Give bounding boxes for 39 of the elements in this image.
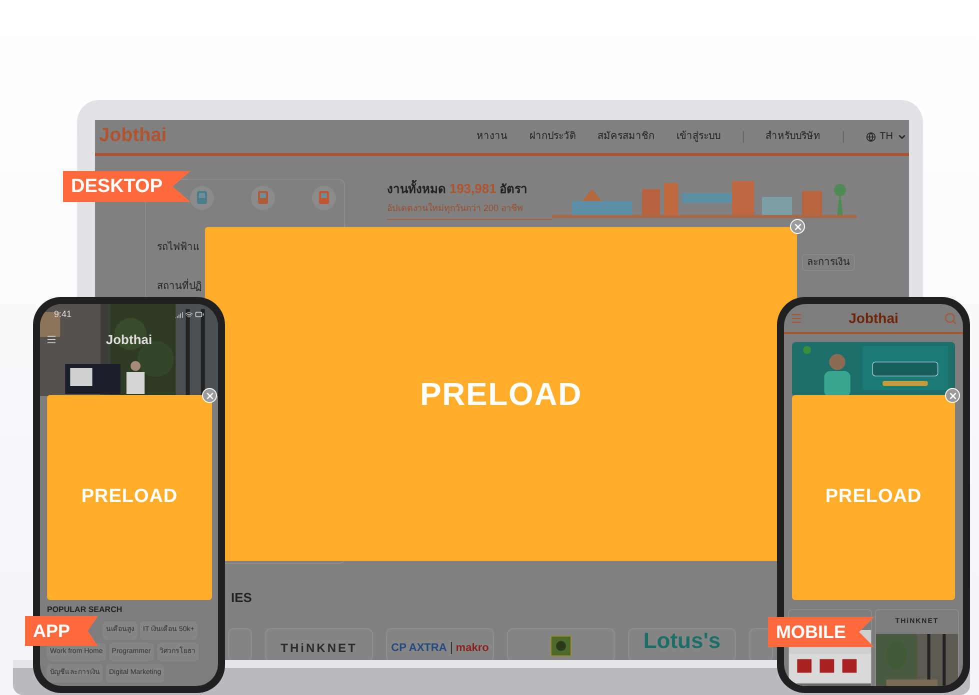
platform-badge: DESKTOP bbox=[63, 171, 191, 202]
job-count-subtitle: อัปเดตงานใหม่ทุกวันกว่า 200 อาชีพ bbox=[387, 202, 524, 215]
company-card[interactable]: CP AXTRA makro bbox=[386, 628, 494, 662]
nav-link[interactable]: เข้าสู่ระบบ bbox=[676, 129, 721, 144]
popular-search-title: POPULAR SEARCH bbox=[47, 604, 124, 616]
preload-ad-dialog[interactable]: PRELOAD bbox=[205, 227, 797, 561]
platform-badge: MOBILE bbox=[768, 617, 874, 647]
emblem-icon bbox=[550, 634, 572, 656]
status-time: 9:41 bbox=[54, 308, 72, 321]
company-logo: THiNKNET bbox=[280, 640, 358, 656]
company-logo: Lotus's bbox=[643, 626, 721, 654]
ad-label: PRELOAD bbox=[825, 485, 922, 510]
jobthai-logo: Jobthai bbox=[98, 124, 168, 148]
signal-icon bbox=[175, 310, 183, 319]
job-count-heading: งานทั้งหมด 193,981 อัตรา bbox=[387, 179, 529, 198]
wifi-icon bbox=[185, 310, 193, 319]
category-tag[interactable]: ละการเงิน bbox=[802, 254, 855, 271]
company-logo: CP AXTRA bbox=[391, 641, 447, 656]
jobthai-logo: Jobthai bbox=[104, 331, 154, 349]
globe-icon bbox=[866, 132, 876, 142]
nav-link[interactable]: ฝากประวัติ bbox=[530, 129, 576, 144]
nav-link[interactable]: หางาน bbox=[476, 129, 508, 144]
jobthai-logo: Jobthai bbox=[848, 308, 898, 328]
category-label[interactable]: สถานที่ปฏิ bbox=[157, 279, 202, 294]
company-logo: makro bbox=[456, 641, 489, 656]
company-card[interactable]: THiNKNET bbox=[265, 628, 373, 662]
ad-label: PRELOAD bbox=[420, 375, 582, 414]
language-selector[interactable]: TH bbox=[866, 129, 907, 144]
company-card[interactable] bbox=[507, 628, 615, 662]
menu-icon[interactable] bbox=[46, 334, 57, 346]
platform-badge: APP bbox=[25, 616, 98, 646]
nav-link[interactable]: สมัครสมาชิก bbox=[598, 129, 655, 144]
category-label[interactable]: รถไฟฟ้าแ bbox=[157, 240, 199, 255]
battery-icon bbox=[195, 310, 204, 320]
preload-ad-dialog[interactable]: PRELOAD bbox=[47, 395, 212, 600]
section-title: IES bbox=[231, 589, 253, 607]
ad-label: PRELOAD bbox=[81, 485, 178, 510]
nav-link[interactable]: สำหรับบริษัท bbox=[766, 129, 821, 144]
preload-ad-dialog[interactable]: PRELOAD bbox=[792, 395, 955, 600]
